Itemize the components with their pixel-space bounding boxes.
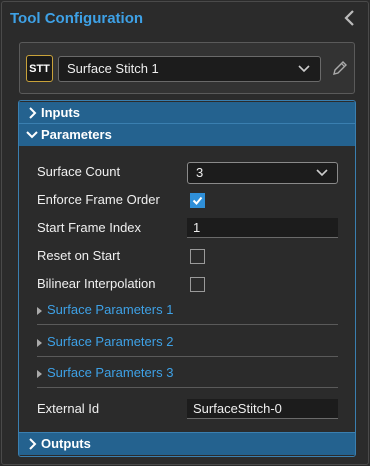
chevron-right-icon <box>29 438 37 450</box>
divider <box>37 324 338 325</box>
surface-parameters-1-expander[interactable]: Surface Parameters 1 <box>37 298 337 322</box>
rename-tool-button[interactable] <box>330 58 350 78</box>
tool-select-dropdown[interactable]: Surface Stitch 1 <box>58 56 321 82</box>
start-frame-index-input[interactable]: 1 <box>187 218 338 238</box>
surface-count-select[interactable]: 3 <box>187 162 338 184</box>
section-label-parameters: Parameters <box>41 127 112 142</box>
start-frame-index-label: Start Frame Index <box>37 220 142 235</box>
chevron-down-icon <box>298 65 310 73</box>
section-label-outputs: Outputs <box>41 436 91 451</box>
chevron-down-icon <box>26 131 38 139</box>
chevron-right-icon <box>29 107 37 119</box>
section-label-inputs: Inputs <box>41 105 80 120</box>
external-id-label: External Id <box>37 401 100 416</box>
surface-parameters-3-expander[interactable]: Surface Parameters 3 <box>37 361 337 385</box>
collapse-panel-button[interactable] <box>342 8 358 28</box>
reset-on-start-checkbox[interactable] <box>190 249 205 264</box>
tool-select-value: Surface Stitch 1 <box>67 61 159 76</box>
divider <box>37 356 338 357</box>
checkmark-icon <box>192 196 203 205</box>
enforce-frame-order-checkbox[interactable] <box>190 193 205 208</box>
tool-selector-box: STT Surface Stitch 1 <box>19 42 355 94</box>
enforce-frame-order-label: Enforce Frame Order <box>37 192 160 207</box>
surface-parameters-3-label: Surface Parameters 3 <box>47 365 174 380</box>
section-header-parameters[interactable]: Parameters <box>19 124 355 146</box>
surface-parameters-2-label: Surface Parameters 2 <box>47 334 174 349</box>
tool-sections-panel: Inputs Parameters Surface Count 3 Enforc… <box>18 100 356 457</box>
tool-type-badge: STT <box>26 55 53 82</box>
reset-on-start-label: Reset on Start <box>37 248 121 263</box>
chevron-down-icon <box>316 169 328 177</box>
surface-parameters-2-expander[interactable]: Surface Parameters 2 <box>37 330 337 354</box>
pencil-icon <box>333 61 347 75</box>
expand-triangle-icon <box>37 307 42 315</box>
bilinear-interpolation-checkbox[interactable] <box>190 277 205 292</box>
chevron-left-icon <box>344 10 354 26</box>
section-header-outputs[interactable]: Outputs <box>19 433 355 455</box>
panel-title: Tool Configuration <box>10 10 144 27</box>
surface-count-label: Surface Count <box>37 164 121 179</box>
expand-triangle-icon <box>37 370 42 378</box>
expand-triangle-icon <box>37 339 42 347</box>
section-header-inputs[interactable]: Inputs <box>19 102 355 124</box>
external-id-input[interactable]: SurfaceStitch-0 <box>187 399 338 419</box>
surface-count-value: 3 <box>196 165 204 180</box>
tool-configuration-panel: Tool Configuration STT Surface Stitch 1 … <box>1 1 369 465</box>
bilinear-interpolation-label: Bilinear Interpolation <box>37 276 156 291</box>
divider <box>37 387 338 388</box>
surface-parameters-1-label: Surface Parameters 1 <box>47 302 174 317</box>
